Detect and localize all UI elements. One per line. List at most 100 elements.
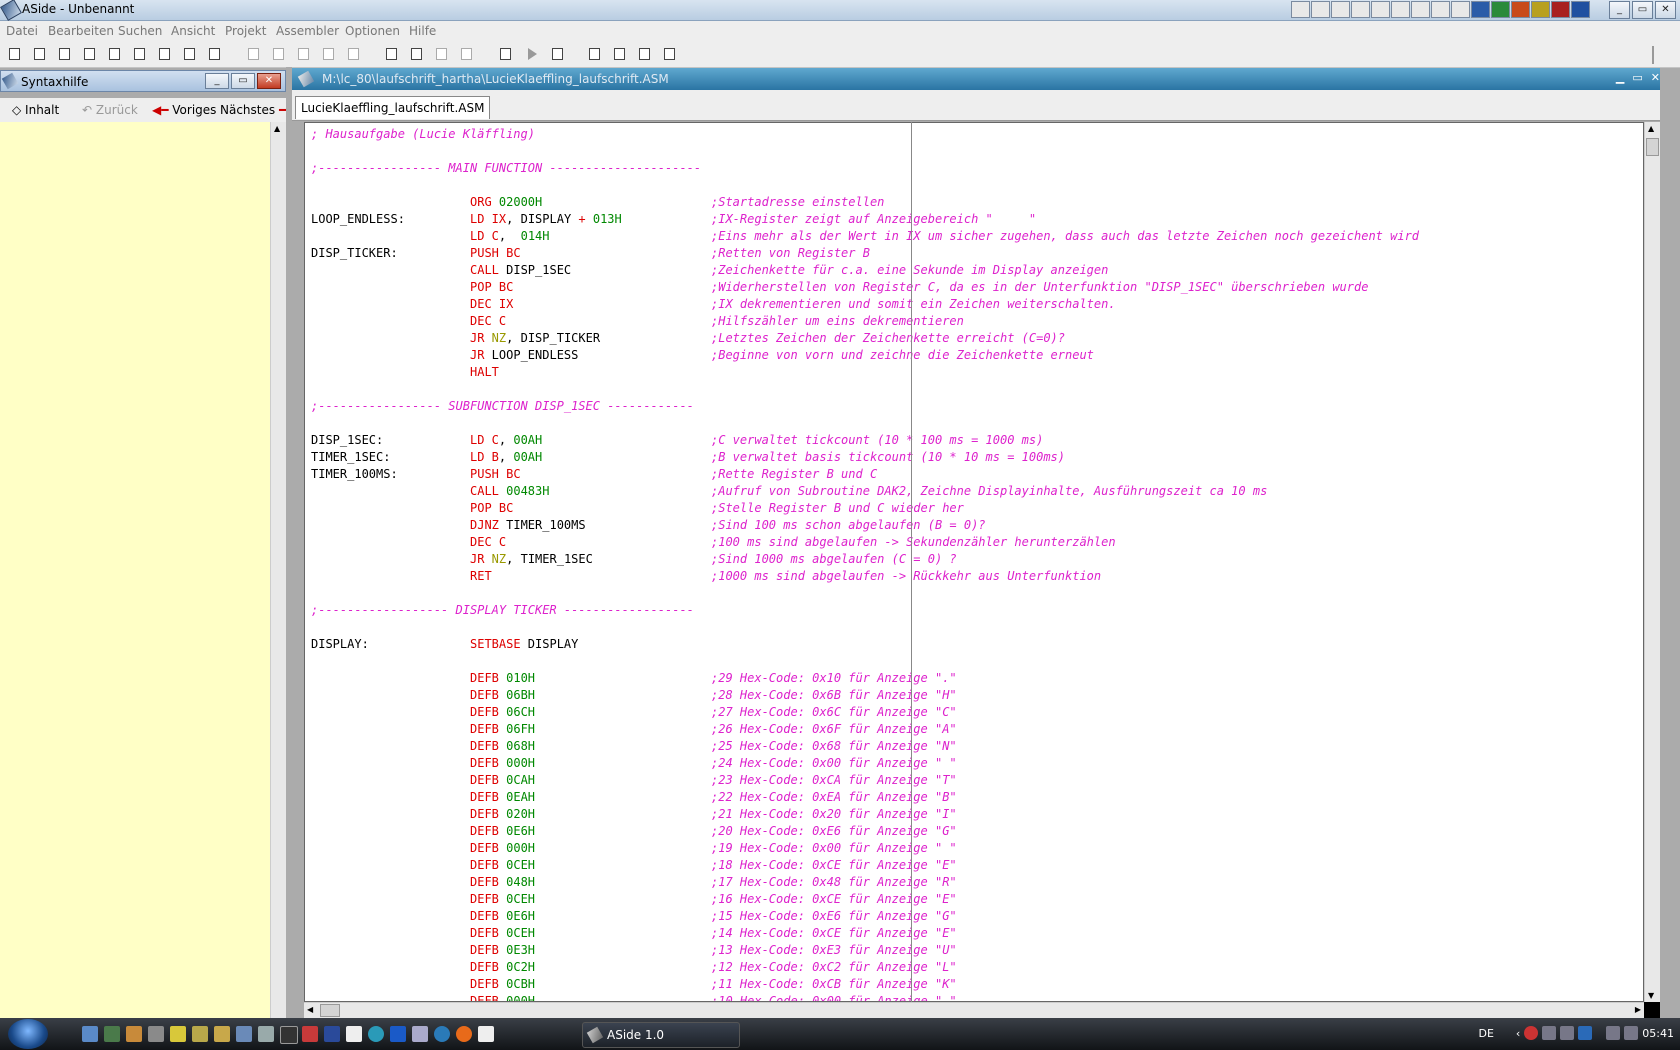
quicklaunch-icon[interactable] [192,1026,208,1042]
editor-tab-active[interactable]: LucieKlaeffling_laufschrift.ASM [295,96,491,119]
scroll-up-arrow-icon[interactable]: ▲ [1648,124,1654,133]
syntax-help-scrollbar[interactable]: ▲ [270,122,286,1018]
scroll-thumb[interactable] [1646,138,1659,156]
quicklaunch-icon[interactable] [82,1026,98,1042]
tool-icon[interactable] [1431,1,1450,18]
copy-icon[interactable] [295,47,312,62]
word-icon[interactable] [1471,1,1490,18]
cmd-icon[interactable] [280,1026,298,1044]
clock[interactable]: 05:41 [1642,1027,1674,1040]
scroll-left-arrow-icon[interactable]: ◀ [307,1005,313,1014]
language-indicator[interactable]: DE [1478,1027,1493,1040]
next-button[interactable]: Nächstes ━▶ [220,103,295,117]
paste-icon[interactable] [320,47,337,62]
tray-icon[interactable] [1560,1026,1575,1040]
quicklaunch-icon[interactable] [434,1026,450,1042]
tool-icon[interactable] [1411,1,1430,18]
tray-icon[interactable] [1524,1026,1539,1040]
tray-icon[interactable] [1578,1026,1593,1040]
new-file-icon[interactable] [6,47,23,62]
pane-splitter[interactable] [286,67,292,1018]
mail-icon[interactable] [1351,1,1370,18]
editor-maximize-button[interactable]: ▭ [1632,71,1642,84]
tool-icon[interactable] [1531,1,1550,18]
project-icon[interactable] [458,47,475,62]
menu-optionen[interactable]: Optionen [345,24,400,38]
firefox-icon[interactable] [456,1026,472,1042]
quicklaunch-icon[interactable] [346,1026,362,1042]
clear-icon[interactable] [611,47,628,62]
export-icon[interactable] [181,47,198,62]
taskbar-aside-button[interactable]: ASide 1.0 [582,1022,740,1048]
settings-icon[interactable] [433,47,450,62]
syntax-panel-minimize-button[interactable]: _ [205,73,229,89]
quicklaunch-icon[interactable] [236,1026,252,1042]
quicklaunch-icon[interactable] [148,1026,164,1042]
quicklaunch-icon[interactable] [412,1026,428,1042]
run-icon[interactable] [524,47,541,62]
toolbar-handle[interactable] [1652,46,1668,64]
tool-icon[interactable] [1311,1,1330,18]
find-icon[interactable] [345,47,362,62]
open-icon[interactable] [56,47,73,62]
scroll-down-arrow-icon[interactable]: ▼ [1648,991,1654,1000]
editor-horizontal-scrollbar[interactable]: ◀ ▶ [304,1002,1644,1018]
quicklaunch-icon[interactable] [214,1026,230,1042]
quicklaunch-icon[interactable] [104,1026,120,1042]
menu-datei[interactable]: Datei [6,24,38,38]
scroll-right-arrow-icon[interactable]: ▶ [1635,1005,1641,1014]
print-icon[interactable] [206,47,223,62]
tray-icon[interactable] [1542,1026,1557,1040]
quicklaunch-icon[interactable] [258,1026,274,1042]
eraser-icon[interactable] [586,47,603,62]
previous-button[interactable]: ◀━ Voriges [152,103,216,117]
assemble-icon[interactable] [408,47,425,62]
menu-ansicht[interactable]: Ansicht [171,24,215,38]
powerpoint-icon[interactable] [1511,1,1530,18]
tray-expand-icon[interactable]: ‹ [1516,1027,1520,1040]
menu-suchen[interactable]: Suchen [118,24,162,38]
cut-icon[interactable] [270,47,287,62]
menu-projekt[interactable]: Projekt [225,24,266,38]
quicklaunch-icon[interactable] [478,1026,494,1042]
quicklaunch-icon[interactable] [302,1026,318,1042]
close-button[interactable]: ✕ [1655,1,1676,19]
contents-button[interactable]: ◇ Inhalt [12,103,59,117]
open-project-icon[interactable] [81,47,98,62]
close-doc-icon[interactable] [661,47,678,62]
quicklaunch-icon[interactable] [324,1026,340,1042]
code-editor[interactable]: ; Hausaufgabe (Lucie Kläffling) ;--------… [304,122,1644,1002]
excel-icon[interactable] [1491,1,1510,18]
menu-bearbeiten[interactable]: Bearbeiten [48,24,114,38]
restore-button[interactable]: ▭ [1632,1,1653,19]
scroll-up-arrow-icon[interactable]: ▲ [274,124,280,133]
horizontal-scroll-thumb[interactable] [320,1004,340,1017]
save-as-icon[interactable] [131,47,148,62]
volume-icon[interactable] [1624,1026,1639,1040]
folder-icon[interactable] [497,47,514,62]
arduino-icon[interactable] [368,1026,384,1042]
editor-close-button[interactable]: ✕ [1651,71,1660,84]
save-all-icon[interactable] [156,47,173,62]
minimize-button[interactable]: _ [1609,1,1630,19]
tool-icon[interactable] [1331,1,1350,18]
syntax-panel-close-button[interactable]: ✕ [257,73,281,89]
start-button[interactable] [8,1019,48,1049]
menu-hilfe[interactable]: Hilfe [409,24,436,38]
editor-vertical-scrollbar[interactable]: ▲ ▼ [1644,122,1660,1002]
editor-minimize-button[interactable]: ▁ [1616,71,1624,84]
help-book-icon[interactable] [636,47,653,62]
tool-icon[interactable] [1451,1,1470,18]
debug-icon[interactable] [549,47,566,62]
menu-assembler[interactable]: Assembler [276,24,339,38]
syntax-panel-maximize-button[interactable]: ▭ [231,73,255,89]
tool-icon[interactable] [1571,1,1590,18]
save-icon[interactable] [106,47,123,62]
network-icon[interactable] [1606,1026,1621,1040]
new-document-icon[interactable] [31,47,48,62]
quicklaunch-icon[interactable] [126,1026,142,1042]
tool-icon[interactable] [1391,1,1410,18]
tool-icon[interactable] [1291,1,1310,18]
back-button[interactable]: ↶ Zurück [82,103,138,117]
quicklaunch-icon[interactable] [390,1026,406,1042]
